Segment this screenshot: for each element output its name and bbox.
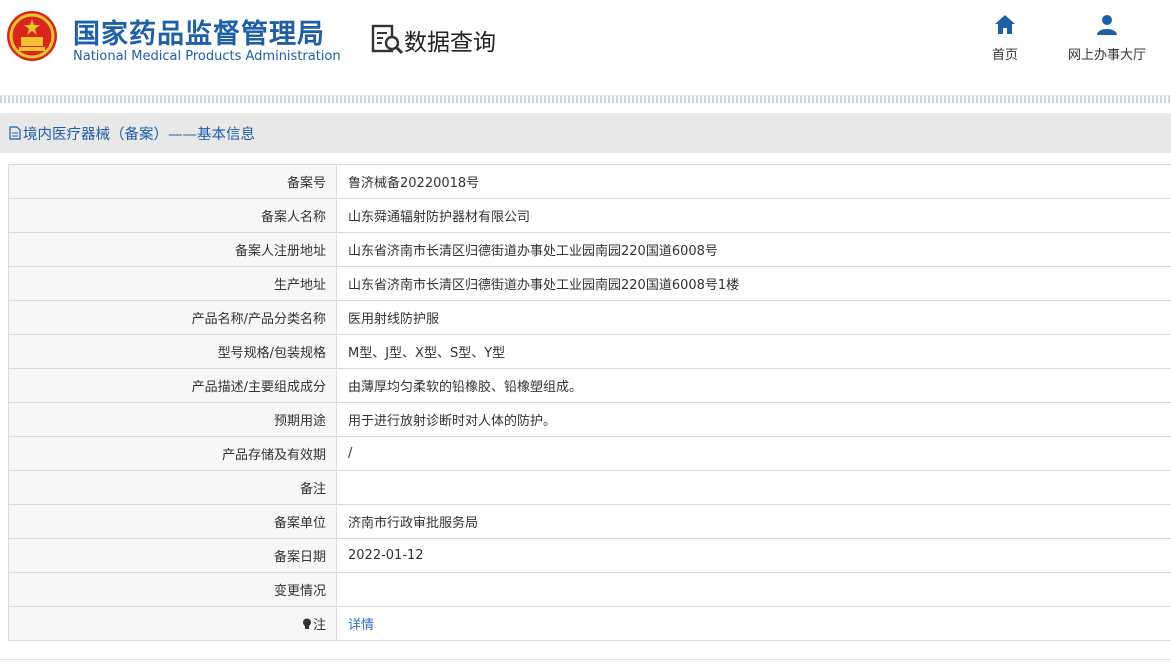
field-value: 用于进行放射诊断时对人体的防护。 — [336, 402, 1171, 437]
field-value: M型、J型、X型、S型、Y型 — [336, 334, 1171, 369]
nav-home-label: 首页 — [992, 48, 1019, 63]
document-search-icon — [371, 24, 404, 55]
section-header: 境内医疗器械（备案）——基本信息 — [0, 113, 1171, 153]
field-label: 备注 — [8, 470, 337, 505]
field-label: 产品名称/产品分类名称 — [8, 300, 337, 335]
table-row: 生产地址 山东省济南市长清区归德街道办事处工业园南园220国道6008号1楼 — [8, 266, 1171, 301]
table-row: 预期用途 用于进行放射诊断时对人体的防护。 — [8, 402, 1171, 437]
table-row: 备案日期 2022-01-12 — [8, 538, 1171, 573]
org-name-en: National Medical Products Administration — [73, 49, 341, 64]
site-header: 国家药品监督管理局 National Medical Products Admi… — [0, 0, 1171, 95]
field-value: 鲁济械备20220018号 — [336, 164, 1171, 199]
field-value: 2022-01-12 — [336, 538, 1171, 573]
nav-online-service-hall[interactable]: 网上办事大厅 — [1068, 14, 1146, 63]
document-icon — [9, 126, 21, 140]
field-value — [336, 572, 1171, 607]
field-value: 济南市行政审批服务局 — [336, 504, 1171, 539]
field-label: 型号规格/包装规格 — [8, 334, 337, 369]
lightbulb-icon — [302, 618, 311, 629]
table-row: 备注 — [8, 470, 1171, 505]
field-label: 备案日期 — [8, 538, 337, 573]
field-value: 山东省济南市长清区归德街道办事处工业园南园220国道6008号 — [336, 232, 1171, 267]
field-value: 山东省济南市长清区归德街道办事处工业园南园220国道6008号1楼 — [336, 266, 1171, 301]
page-title: 数据查询 — [404, 30, 496, 56]
details-link[interactable]: 详情 — [348, 618, 374, 633]
header-divider — [0, 95, 1171, 103]
nav-home[interactable]: 首页 — [992, 14, 1018, 63]
field-value: 由薄厚均匀柔软的铅橡胶、铅橡塑组成。 — [336, 368, 1171, 403]
table-row: 备案单位 济南市行政审批服务局 — [8, 504, 1171, 539]
field-label: 产品存储及有效期 — [8, 436, 337, 471]
section-title: 境内医疗器械（备案）——基本信息 — [23, 126, 255, 143]
field-value: 山东舜通辐射防护器材有限公司 — [336, 198, 1171, 233]
field-label: 备案人注册地址 — [8, 232, 337, 267]
field-label-note: 注 — [8, 606, 337, 641]
table-row: 产品描述/主要组成成分 由薄厚均匀柔软的铅橡胶、铅橡塑组成。 — [8, 368, 1171, 403]
field-value — [336, 470, 1171, 505]
field-label: 产品描述/主要组成成分 — [8, 368, 337, 403]
note-label: 注 — [312, 618, 326, 633]
field-label: 预期用途 — [8, 402, 337, 437]
table-row: 型号规格/包装规格 M型、J型、X型、S型、Y型 — [8, 334, 1171, 369]
user-icon — [1097, 15, 1117, 35]
field-value: 医用射线防护服 — [336, 300, 1171, 335]
field-label: 备案单位 — [8, 504, 337, 539]
field-label: 生产地址 — [8, 266, 337, 301]
field-label: 备案人名称 — [8, 198, 337, 233]
home-icon — [995, 15, 1015, 34]
table-row: 备案人注册地址 山东省济南市长清区归德街道办事处工业园南园220国道6008号 — [8, 232, 1171, 267]
footer-divider — [0, 659, 1171, 660]
field-label: 备案号 — [8, 164, 337, 199]
table-row: 产品名称/产品分类名称 医用射线防护服 — [8, 300, 1171, 335]
table-row: 备案人名称 山东舜通辐射防护器材有限公司 — [8, 198, 1171, 233]
field-value: 详情 — [336, 606, 1171, 641]
table-row: 备案号 鲁济械备20220018号 — [8, 164, 1171, 199]
national-emblem-icon — [7, 11, 57, 61]
nav-online-service-hall-label: 网上办事大厅 — [1068, 48, 1147, 63]
table-row: 变更情况 — [8, 572, 1171, 607]
field-label: 变更情况 — [8, 572, 337, 607]
table-row: 注 详情 — [8, 606, 1171, 641]
record-detail-table: 备案号 鲁济械备20220018号 备案人名称 山东舜通辐射防护器材有限公司 备… — [8, 164, 1171, 641]
field-value: / — [336, 436, 1171, 471]
org-name-cn: 国家药品监督管理局 — [73, 19, 325, 50]
table-row: 产品存储及有效期 / — [8, 436, 1171, 471]
